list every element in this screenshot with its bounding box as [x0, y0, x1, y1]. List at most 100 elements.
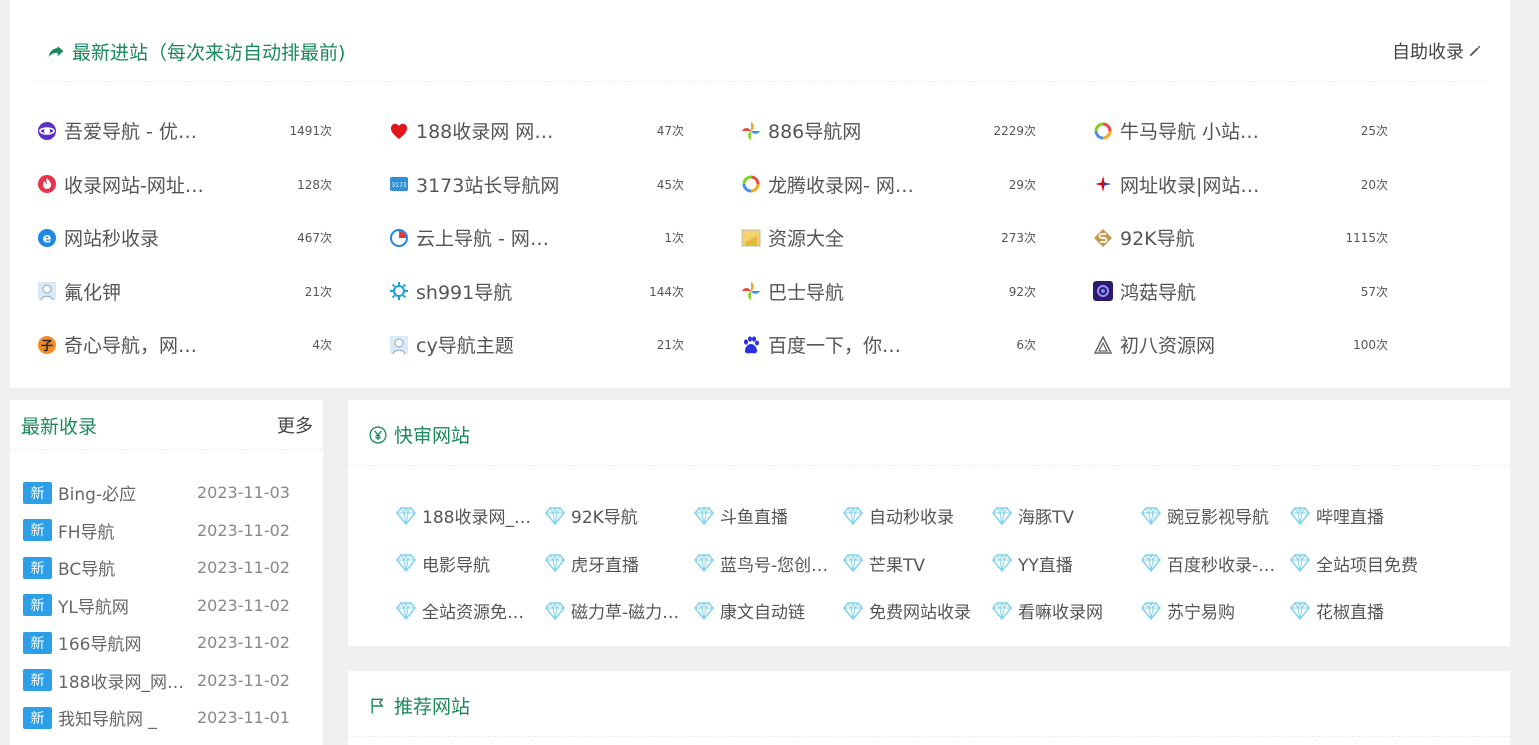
latest-site-link[interactable]: sh991导航 144次	[386, 265, 738, 319]
latest-site-link[interactable]: 巴士导航 92次	[738, 265, 1090, 319]
fast-review-name: 92K导航	[571, 508, 638, 529]
latest-site-link[interactable]: 氟化钾 21次	[34, 265, 386, 319]
recent-list-item[interactable]: 新 166导航网 2023-11-02	[23, 624, 313, 662]
ring-color-icon	[740, 173, 762, 195]
fast-review-link[interactable]: 全站资源免费下载	[396, 587, 545, 635]
latest-site-name: 资源大全	[768, 228, 845, 251]
latest-site-link[interactable]: 资源大全 273次	[738, 211, 1090, 265]
recent-item-name[interactable]: YL导航网	[58, 593, 188, 618]
recent-item-date: 2023-11-02	[197, 633, 290, 653]
fast-review-link[interactable]: 虎牙直播	[545, 540, 694, 588]
recommend-panel: 推荐网站	[348, 671, 1510, 745]
recent-item-date: 2023-11-01	[197, 708, 290, 728]
latest-site-count: 273次	[1001, 231, 1036, 246]
diamond-icon	[1141, 554, 1161, 573]
latest-site-link[interactable]: 牛马导航 小站导航 25次	[1090, 104, 1442, 158]
diamond-icon	[1141, 506, 1161, 525]
self-submit-link[interactable]: 自助收录	[1392, 38, 1482, 64]
recommend-header: 推荐网站	[348, 671, 1510, 737]
fast-review-link[interactable]: 芒果TV	[843, 540, 992, 588]
recent-list-item[interactable]: 新 YL导航网 2023-11-02	[23, 587, 313, 625]
fast-review-name: 芒果TV	[869, 555, 926, 576]
flag-icon	[371, 698, 384, 713]
fast-review-name: 磁力草-磁力搜索	[571, 603, 682, 624]
sun-gear-icon	[388, 280, 410, 302]
latest-site-link[interactable]: 188收录网 网站收录 47次	[386, 104, 738, 158]
fast-review-link[interactable]: 92K导航	[545, 492, 694, 540]
fast-review-name: 康文自动链	[720, 603, 805, 624]
latest-site-name: 网址收录|网站提交	[1120, 174, 1270, 197]
latest-site-name: 鸿菇导航	[1120, 281, 1197, 304]
recent-item-date: 2023-11-03	[197, 483, 290, 503]
diamond-icon	[843, 554, 863, 573]
latest-site-link[interactable]: 收录网站-网址导航 128次	[34, 158, 386, 212]
recent-list-item[interactable]: 新我知导航网 _ 2023-11-01	[23, 699, 313, 737]
latest-site-link[interactable]: 初八资源网 100次	[1090, 318, 1442, 372]
share-arrow-icon	[48, 45, 64, 57]
recent-item-name[interactable]: FH导航	[58, 518, 188, 543]
recent-list-item[interactable]: 新 Bing-必应 2023-11-03	[23, 474, 313, 512]
latest-site-count: 1次	[664, 231, 684, 246]
latest-site-link[interactable]: 子奇心导航，网址导航 4次	[34, 318, 386, 372]
fast-review-link[interactable]: 豌豆影视导航	[1141, 492, 1290, 540]
latest-site-count: 57次	[1360, 284, 1388, 299]
recent-item-date: 2023-11-02	[197, 558, 290, 578]
recent-item-name[interactable]: 我知导航网 _	[58, 705, 188, 730]
latest-site-name: 网站秒收录	[64, 228, 160, 251]
recent-list-item[interactable]: 新 FH导航 2023-11-02	[23, 512, 313, 550]
fast-review-name: 蓝鸟号-您创作的好帮手	[720, 555, 831, 576]
fast-review-link[interactable]: 自动秒收录	[843, 492, 992, 540]
latest-site-link[interactable]: 百度一下，你就知道 6次	[738, 318, 1090, 372]
latest-site-name: 188收录网 网站收录	[416, 121, 566, 144]
latest-site-link[interactable]: 3173 3173站长导航网 45次	[386, 158, 738, 212]
latest-site-link[interactable]: 886导航网 2229次	[738, 104, 1090, 158]
latest-site-count: 45次	[656, 177, 684, 192]
fast-review-link[interactable]: 电影导航	[396, 540, 545, 588]
recent-item-name[interactable]: BC导航	[58, 555, 188, 580]
triangle-icon	[1092, 334, 1114, 356]
fast-review-link[interactable]: 百度秒收录-网站	[1141, 540, 1290, 588]
latest-site-count: 1491次	[289, 124, 332, 139]
latest-site-link[interactable]: 网址收录|网站提交 20次	[1090, 158, 1442, 212]
fast-review-link[interactable]: 苏宁易购	[1141, 587, 1290, 635]
fast-review-link[interactable]: 康文自动链	[694, 587, 843, 635]
latest-site-link[interactable]: e 网站秒收录 467次	[34, 211, 386, 265]
fast-review-link[interactable]: 斗鱼直播	[694, 492, 843, 540]
recent-list-item[interactable]: 新 BC导航 2023-11-02	[23, 549, 313, 587]
fast-review-link[interactable]: 蓝鸟号-您创作的好帮手	[694, 540, 843, 588]
self-submit-label: 自助收录	[1392, 42, 1464, 63]
latest-site-count: 1115次	[1345, 231, 1388, 246]
fast-review-link[interactable]: YY直播	[992, 540, 1141, 588]
latest-site-name: 收录网站-网址导航	[64, 174, 214, 197]
recent-item-name[interactable]: 188收录网_网站收录	[58, 668, 188, 693]
svg-text:3173: 3173	[391, 182, 406, 189]
yen-circle-icon	[369, 425, 387, 444]
fast-review-link[interactable]: 磁力草-磁力搜索	[545, 587, 694, 635]
fast-review-link[interactable]: 全站项目免费	[1290, 540, 1439, 588]
latest-site-count: 467次	[297, 231, 332, 246]
fast-review-link[interactable]: 188收录网_网站收录	[396, 492, 545, 540]
latest-site-count: 21次	[656, 338, 684, 353]
latest-site-link[interactable]: 鸿菇导航 57次	[1090, 265, 1442, 319]
diamond-icon	[843, 601, 863, 620]
cloud-swirl-icon	[388, 227, 410, 249]
recommend-title-text: 推荐网站	[394, 696, 471, 718]
latest-site-link[interactable]: 龙腾收录网- 网站收录 29次	[738, 158, 1090, 212]
fast-review-link[interactable]: 哔哩直播	[1290, 492, 1439, 540]
latest-sites-title-text: 最新进站（每次来访自动排最前)	[72, 42, 346, 64]
latest-site-name: sh991导航	[416, 281, 513, 304]
latest-site-link[interactable]: 92K导航 1115次	[1090, 211, 1442, 265]
latest-site-link[interactable]: 云上导航 - 网站导航 1次	[386, 211, 738, 265]
recent-list-item[interactable]: 新 188收录网_网站收录 2023-11-02	[23, 662, 313, 700]
fast-review-name: 海豚TV	[1018, 508, 1075, 529]
recent-item-name[interactable]: 166导航网	[58, 630, 188, 655]
fast-review-link[interactable]: 海豚TV	[992, 492, 1141, 540]
recent-item-name[interactable]: Bing-必应	[58, 480, 188, 505]
fast-review-link[interactable]: 免费网站收录	[843, 587, 992, 635]
recent-more-link[interactable]: 更多	[277, 412, 313, 438]
fast-review-link[interactable]: 花椒直播	[1290, 587, 1439, 635]
fast-review-link[interactable]: 看嘛收录网	[992, 587, 1141, 635]
latest-site-name: 92K导航	[1120, 228, 1195, 251]
latest-site-link[interactable]: 吾爱导航 - 优质网站导航 1491次	[34, 104, 386, 158]
latest-site-link[interactable]: cy导航主题 21次	[386, 318, 738, 372]
